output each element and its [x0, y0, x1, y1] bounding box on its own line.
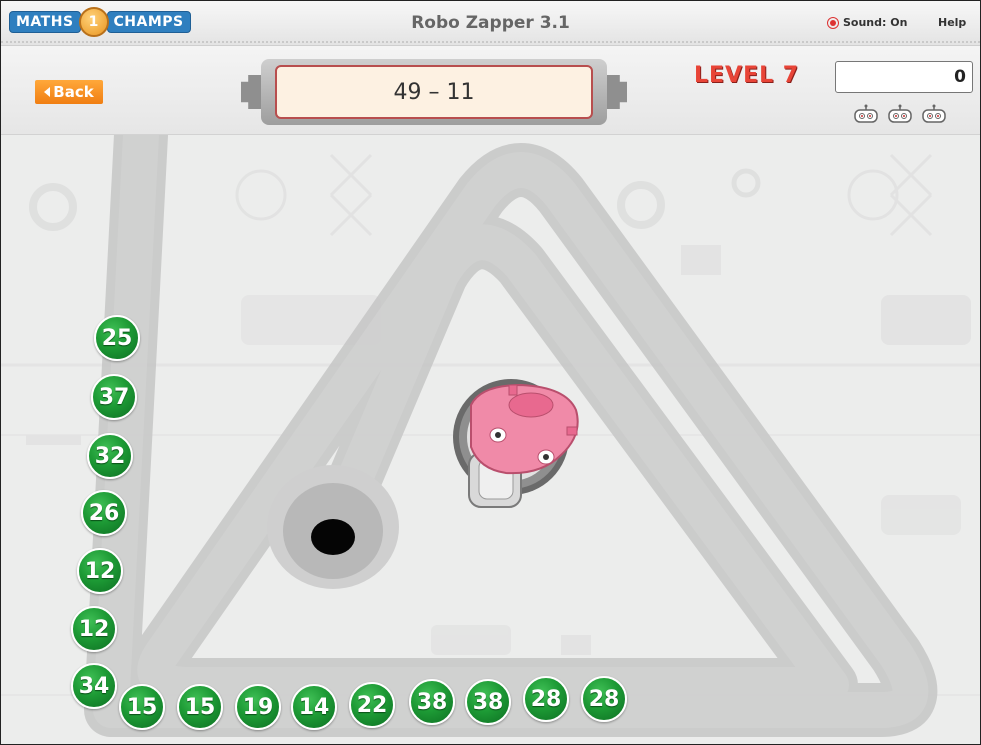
game-toolbar: Back 49 – 11 LEVEL 7 0 [1, 46, 980, 135]
game-board[interactable]: 25 37 32 26 12 12 34 15 15 19 14 22 38 3… [1, 135, 980, 744]
sound-label: Sound: On [843, 16, 908, 29]
chain-ball: 38 [465, 679, 511, 725]
chain-ball: 12 [77, 548, 123, 594]
back-label: Back [53, 83, 94, 101]
chain-ball: 38 [409, 679, 455, 725]
chain-ball: 37 [91, 374, 137, 420]
chain-ball: 15 [119, 684, 165, 730]
robot-life-icon [922, 104, 946, 123]
chain-ball: 32 [87, 433, 133, 479]
robot-life-icon [854, 104, 878, 123]
medal-icon: 1 [78, 7, 109, 37]
chain-ball: 25 [94, 315, 140, 361]
chain-ball: 26 [81, 490, 127, 536]
board-graphics [1, 135, 980, 737]
robot-shooter-icon[interactable] [453, 379, 579, 508]
top-bar: MATHS 1 CHAMPS Robo Zapper 3.1 Sound: On… [1, 1, 980, 46]
chain-ball: 15 [177, 684, 223, 730]
question-panel: 49 – 11 [239, 57, 629, 127]
help-link[interactable]: Help [938, 16, 966, 29]
divider [1, 41, 980, 43]
chain-ball: 12 [71, 606, 117, 652]
chain-ball: 28 [523, 676, 569, 722]
lives-indicator [851, 104, 949, 126]
back-arrow-icon [44, 87, 51, 97]
chain-ball: 22 [349, 682, 395, 728]
game-window: MATHS 1 CHAMPS Robo Zapper 3.1 Sound: On… [0, 0, 981, 745]
sound-toggle[interactable]: Sound: On [827, 16, 907, 29]
sound-toggle-icon [827, 16, 839, 29]
score-display: 0 [835, 61, 973, 93]
question-display: 49 – 11 [275, 65, 593, 119]
chain-ball: 34 [71, 663, 117, 709]
robot-life-icon [888, 104, 912, 123]
chain-ball: 19 [235, 684, 281, 730]
chain-ball: 14 [291, 684, 337, 730]
level-indicator: LEVEL 7 [694, 63, 800, 88]
end-hole-icon [267, 465, 399, 589]
back-button[interactable]: Back [35, 80, 103, 104]
chain-ball: 28 [581, 676, 627, 722]
